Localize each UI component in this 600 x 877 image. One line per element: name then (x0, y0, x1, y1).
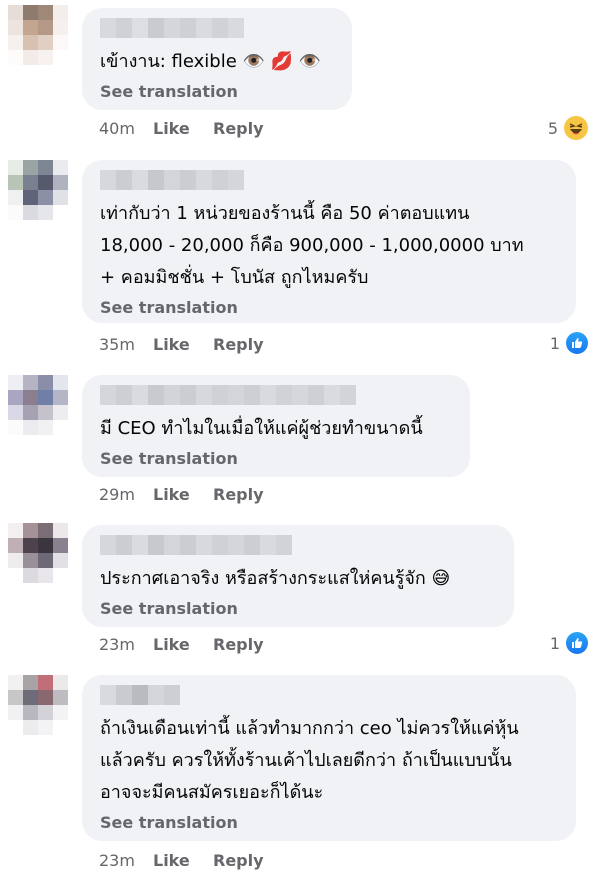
comment-timestamp[interactable]: 35m (99, 335, 153, 354)
reply-button[interactable]: Reply (213, 851, 264, 870)
like-button[interactable]: Like (153, 335, 213, 354)
see-translation-link[interactable]: See translation (100, 599, 238, 618)
comment: เข้างาน: flexible 👁️ 💋 👁️ See translatio… (0, 0, 600, 150)
reply-button[interactable]: Reply (213, 119, 264, 138)
like-button[interactable]: Like (153, 635, 213, 654)
comment-text: เท่ากับว่า 1 หน่วยของร้านนี้ คือ 50 ค่าต… (100, 203, 470, 224)
avatar[interactable] (8, 375, 68, 435)
reply-button[interactable]: Reply (213, 485, 264, 504)
reply-button[interactable]: Reply (213, 635, 264, 654)
comment: ถ้าเงินเดือนเท่านี้ แล้วทำมากกว่า ceo ไม… (0, 665, 600, 877)
reaction-summary[interactable]: 1 (550, 332, 588, 354)
comment-text: เข้างาน: flexible 👁️ 💋 👁️ (100, 51, 322, 72)
comment-timestamp[interactable]: 23m (99, 635, 153, 654)
like-icon (566, 332, 588, 354)
comment-text: ประกาศเอาจริง หรือสร้างกระแสให่คนรู้จัก … (100, 568, 451, 589)
commenter-name[interactable] (100, 18, 244, 38)
comment-text: 18,000 - 20,000 ก็คือ 900,000 - 1,000,00… (100, 235, 524, 256)
comment-timestamp[interactable]: 23m (99, 851, 153, 870)
see-translation-link[interactable]: See translation (100, 82, 238, 101)
avatar[interactable] (8, 523, 68, 583)
like-button[interactable]: Like (153, 485, 213, 504)
comment-text: มี CEO ทำไมในเมื่อให้แค่ผู้ช่วยทำขนาดนี้ (100, 418, 423, 439)
avatar[interactable] (8, 160, 68, 220)
comment-bubble: เข้างาน: flexible 👁️ 💋 👁️ See translatio… (82, 8, 352, 110)
reaction-count: 1 (549, 633, 560, 653)
like-button[interactable]: Like (153, 851, 213, 870)
see-translation-link[interactable]: See translation (100, 813, 238, 832)
comment-text: ถ้าเงินเดือนเท่านี้ แล้วทำมากกว่า ceo ไม… (100, 718, 519, 739)
like-button[interactable]: Like (153, 119, 213, 138)
comment: ประกาศเอาจริง หรือสร้างกระแสให่คนรู้จัก … (0, 515, 600, 665)
comment-text: อาจจะมีคนสมัครเยอะก็ได้นะ (100, 782, 324, 803)
comment-bubble: ประกาศเอาจริง หรือสร้างกระแสให่คนรู้จัก … (82, 525, 514, 627)
comment-bubble: ถ้าเงินเดือนเท่านี้ แล้วทำมากกว่า ceo ไม… (82, 675, 576, 841)
reaction-summary[interactable]: 5 (548, 116, 588, 140)
reaction-count: 1 (549, 333, 560, 353)
commenter-name[interactable] (100, 535, 292, 555)
comment-text: แล้วครับ ควรให้ทั้งร้านเค้าไปเลยดีกว่า ถ… (100, 750, 512, 771)
see-translation-link[interactable]: See translation (100, 449, 238, 468)
comment-timestamp[interactable]: 40m (99, 119, 153, 138)
reaction-count: 5 (547, 118, 558, 138)
avatar[interactable] (8, 675, 68, 735)
like-icon (566, 632, 588, 654)
reply-button[interactable]: Reply (213, 335, 264, 354)
comment-timestamp[interactable]: 29m (99, 485, 153, 504)
commenter-name[interactable] (100, 385, 356, 405)
comment: เท่ากับว่า 1 หน่วยของร้านนี้ คือ 50 ค่าต… (0, 150, 600, 365)
comment-bubble: เท่ากับว่า 1 หน่วยของร้านนี้ คือ 50 ค่าต… (82, 160, 576, 323)
avatar[interactable] (8, 5, 68, 65)
comment-text: + คอมมิชชั่น + โบนัส ถูกไหมครับ (100, 267, 369, 288)
commenter-name[interactable] (100, 170, 244, 190)
reaction-summary[interactable]: 1 (550, 632, 588, 654)
haha-icon (564, 116, 588, 140)
see-translation-link[interactable]: See translation (100, 298, 238, 317)
commenter-name[interactable] (100, 685, 180, 705)
comment: มี CEO ทำไมในเมื่อให้แค่ผู้ช่วยทำขนาดนี้… (0, 365, 600, 515)
comment-bubble: มี CEO ทำไมในเมื่อให้แค่ผู้ช่วยทำขนาดนี้… (82, 375, 470, 477)
